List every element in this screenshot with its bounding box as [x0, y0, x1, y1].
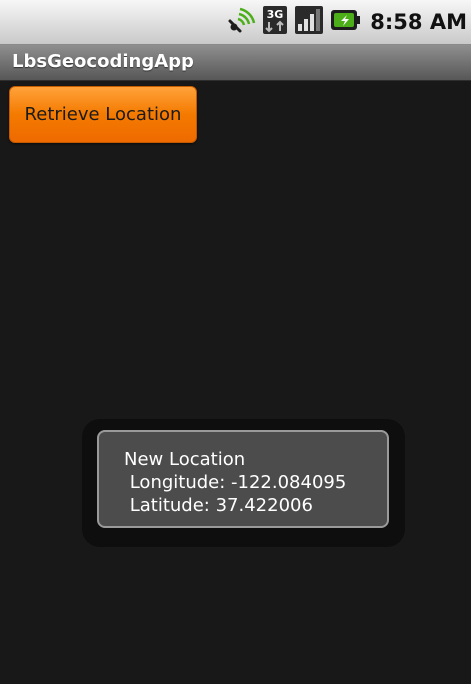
gps-signal-icon: [226, 5, 256, 39]
screen-edge-right: [471, 0, 475, 688]
app-title: LbsGeocodingApp: [12, 51, 194, 72]
cell-signal-icon: [294, 5, 324, 39]
screen-edge-bottom: [0, 684, 475, 688]
retrieve-location-button[interactable]: Retrieve Location: [9, 86, 197, 143]
toast-heading: New Location: [124, 449, 246, 470]
device-screen: 3G 8:58 AM LbsGeocodingApp Retrieve Loca…: [0, 0, 475, 688]
main-content: Retrieve Location: [0, 81, 471, 684]
battery-charging-icon: [330, 5, 361, 39]
status-icons: 3G 8:58 AM: [226, 6, 467, 38]
toast-longitude: Longitude: -122.084095: [124, 472, 347, 493]
toast-latitude: Latitude: 37.422006: [124, 495, 313, 516]
svg-text:3G: 3G: [267, 8, 284, 21]
status-bar: 3G 8:58 AM: [0, 0, 471, 45]
toast-message: New Location Longitude: -122.084095 Lati…: [97, 430, 389, 528]
status-clock: 8:58 AM: [370, 10, 467, 34]
app-title-bar: LbsGeocodingApp: [0, 45, 471, 81]
3g-data-icon: 3G: [262, 5, 288, 39]
